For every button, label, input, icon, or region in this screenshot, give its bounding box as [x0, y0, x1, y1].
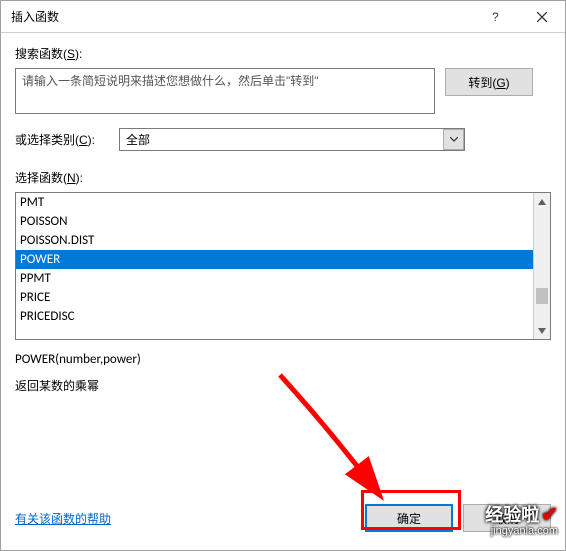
insert-function-dialog: 插入函数 ? 搜索函数(S): 转到(G) 或选择类别(C):: [0, 0, 566, 551]
scroll-up-icon[interactable]: [534, 193, 550, 210]
list-item[interactable]: PRICEDISC: [16, 307, 533, 326]
function-description: 返回某数的乘幂: [15, 377, 551, 394]
category-value: 全部: [120, 131, 150, 148]
close-button[interactable]: [519, 1, 565, 32]
list-item[interactable]: POISSON.DIST: [16, 231, 533, 250]
dialog-body: 搜索函数(S): 转到(G) 或选择类别(C): 全部 选择函数(N): PMT…: [1, 33, 565, 500]
dialog-footer: 有关该函数的帮助 确定 取消: [1, 500, 565, 550]
select-function-label: 选择函数(N):: [15, 169, 551, 186]
list-item[interactable]: POISSON: [16, 212, 533, 231]
category-label: 或选择类别(C):: [15, 131, 111, 148]
search-label: 搜索函数(S):: [15, 45, 551, 62]
function-signature: POWER(number,power): [15, 352, 551, 367]
scroll-down-icon[interactable]: [534, 322, 550, 339]
dialog-title: 插入函数: [1, 8, 59, 25]
svg-text:?: ?: [492, 11, 499, 23]
list-item[interactable]: PRICE: [16, 288, 533, 307]
scrollbar[interactable]: [533, 193, 550, 339]
help-link[interactable]: 有关该函数的帮助: [15, 510, 111, 527]
cancel-button[interactable]: 取消: [463, 504, 551, 532]
list-item[interactable]: PMT: [16, 193, 533, 212]
list-item[interactable]: POWER: [16, 250, 533, 269]
category-select[interactable]: 全部: [119, 128, 465, 151]
search-input[interactable]: [15, 68, 435, 114]
help-button[interactable]: ?: [473, 1, 519, 32]
ok-button[interactable]: 确定: [365, 504, 453, 532]
titlebar: 插入函数 ?: [1, 1, 565, 33]
chevron-down-icon[interactable]: [443, 129, 464, 150]
scroll-thumb[interactable]: [536, 288, 548, 304]
goto-button[interactable]: 转到(G): [445, 68, 533, 96]
list-item[interactable]: PPMT: [16, 269, 533, 288]
function-listbox[interactable]: PMTPOISSONPOISSON.DISTPOWERPPMTPRICEPRIC…: [15, 192, 551, 340]
scroll-track[interactable]: [534, 210, 550, 322]
